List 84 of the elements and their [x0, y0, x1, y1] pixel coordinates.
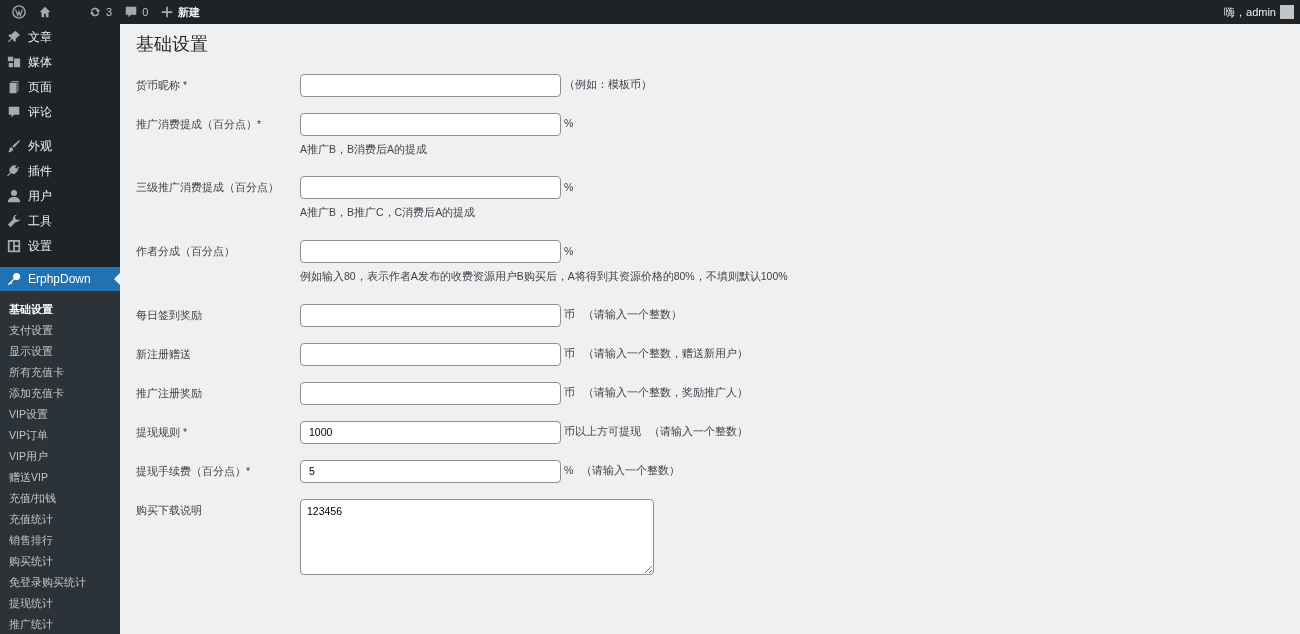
input-field[interactable] — [300, 73, 561, 97]
settings-icon — [7, 238, 21, 253]
field-label: 新注册赠送 — [136, 346, 192, 362]
submenu-item[interactable]: 免登录购买统计 — [0, 572, 120, 593]
menu-item[interactable]: 设置 — [0, 233, 120, 258]
new-menu-item[interactable]: 新建 — [154, 0, 207, 24]
submenu-item[interactable]: VIP设置 — [0, 404, 120, 425]
submenu-item[interactable]: 支付设置 — [0, 320, 120, 341]
submenu-item[interactable]: 购买统计 — [0, 551, 120, 572]
page-title: 基础设置 — [136, 34, 209, 56]
user-icon — [7, 188, 21, 203]
comment-icon — [7, 104, 21, 119]
field-label: 三级推广消费提成（百分点） — [136, 180, 280, 196]
menu-item[interactable]: 用户 — [0, 183, 120, 208]
field-label: 提现手续费（百分点）* — [136, 463, 252, 479]
field-hint: % — [564, 179, 574, 195]
field-hint: % — [564, 243, 574, 259]
comments-menu-item[interactable]: 0 — [118, 0, 155, 24]
wordpress-logo-icon — [12, 5, 26, 19]
field-label: 购买下载说明 — [136, 502, 203, 518]
field-hint: 币 — [564, 385, 575, 401]
field-hint: 币 — [564, 307, 575, 323]
account-greeting[interactable]: 嗨，admin — [1224, 3, 1276, 21]
menu-item[interactable]: 页面 — [0, 74, 120, 99]
field-hint: （请输入一个整数） — [649, 424, 748, 440]
field-label: 推广注册奖励 — [136, 385, 203, 401]
input-field[interactable]: 1000 — [300, 420, 561, 444]
input-field[interactable] — [300, 176, 561, 200]
input-field[interactable] — [300, 303, 561, 327]
field-hint: 币以上方可提现 — [564, 424, 641, 440]
input-field[interactable] — [300, 381, 561, 405]
menu-item[interactable]: 媒体 — [0, 49, 120, 74]
submenu-item[interactable]: 所有充值卡 — [0, 362, 120, 383]
field-hint: % — [564, 116, 574, 132]
field-hint: % — [564, 463, 574, 479]
refresh-icon — [88, 5, 102, 19]
brush-icon — [7, 138, 21, 153]
plug-icon — [7, 163, 21, 178]
menu-item[interactable]: 外观 — [0, 133, 120, 158]
comment-icon — [124, 5, 139, 19]
field-description: A推广B，B推广C，C消费后A的提成 — [300, 205, 477, 221]
submenu-item[interactable]: VIP用户 — [0, 446, 120, 467]
menu-item[interactable]: 插件 — [0, 158, 120, 183]
field-label: 推广消费提成（百分点）* — [136, 116, 263, 132]
field-hint: （例如：模板币） — [564, 77, 652, 93]
submenu-item[interactable]: 显示设置 — [0, 341, 120, 362]
menu-item[interactable]: 评论 — [0, 99, 120, 124]
media-icon — [7, 54, 21, 69]
submenu-item[interactable]: 基础设置 — [0, 299, 120, 320]
field-hint: （请输入一个整数，奖励推广人） — [583, 385, 748, 401]
field-label: 货币昵称 * — [136, 77, 188, 93]
submenu-item[interactable]: 推广统计 — [0, 614, 120, 634]
wrench-icon — [7, 213, 21, 228]
field-label: 每日签到奖励 — [136, 307, 203, 323]
submenu-item[interactable]: 销售排行 — [0, 530, 120, 551]
menu-item[interactable]: 工具 — [0, 208, 120, 233]
field-hint: （请输入一个整数） — [581, 463, 681, 479]
pin-icon — [7, 29, 21, 44]
updates-menu-item[interactable]: 3 — [82, 0, 119, 24]
submenu-item[interactable]: 充值/扣钱 — [0, 488, 120, 509]
field-label: 作者分成（百分点） — [136, 244, 236, 260]
key-icon — [7, 272, 21, 286]
menu-item[interactable]: 文章 — [0, 24, 120, 49]
home-icon — [38, 5, 52, 19]
submenu-item[interactable]: 添加充值卡 — [0, 383, 120, 404]
menu-item[interactable]: ErphpDown — [0, 267, 120, 291]
submenu-item[interactable]: 赠送VIP — [0, 467, 120, 488]
input-field[interactable] — [300, 240, 561, 264]
textarea-field[interactable]: 123456 — [300, 498, 654, 575]
submenu-item[interactable]: 充值统计 — [0, 509, 120, 530]
field-hint: 币 — [564, 346, 575, 362]
field-label: 提现规则 * — [136, 424, 188, 440]
field-description: 例如输入80，表示作者A发布的收费资源用户B购买后，A将得到其资源价格的80%，不填则默认100% — [300, 269, 788, 285]
field-hint: （请输入一个整数，赠送新用户） — [583, 346, 748, 362]
field-hint: （请输入一个整数） — [583, 307, 682, 323]
page-icon — [7, 79, 21, 94]
field-description: A推广B，B消费后A的提成 — [300, 141, 428, 157]
plus-icon — [160, 5, 175, 19]
submenu-item[interactable]: VIP订单 — [0, 425, 120, 446]
input-field[interactable] — [300, 342, 561, 366]
submenu-item[interactable]: 提现统计 — [0, 593, 120, 614]
avatar-placeholder — [1280, 5, 1294, 19]
input-field[interactable] — [300, 112, 561, 136]
input-field[interactable]: 5 — [300, 459, 561, 483]
